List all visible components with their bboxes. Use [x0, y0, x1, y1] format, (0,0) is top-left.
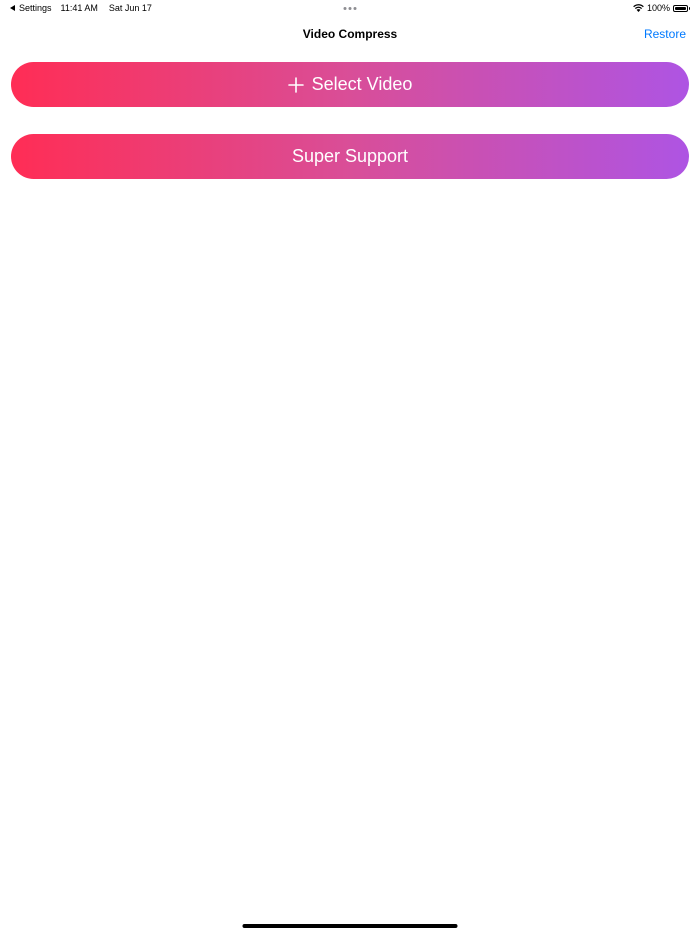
select-video-button[interactable]: Select Video — [11, 62, 689, 107]
restore-button[interactable]: Restore — [644, 27, 686, 41]
status-back-label: Settings — [19, 3, 52, 13]
status-bar: Settings 11:41 AM Sat Jun 17 100% — [0, 0, 700, 18]
status-back-to-settings[interactable]: Settings 11:41 AM Sat Jun 17 — [10, 3, 152, 13]
select-video-label: Select Video — [311, 74, 413, 94]
battery-icon — [673, 4, 690, 12]
page-title: Video Compress — [302, 27, 398, 41]
multitasking-dots-icon[interactable] — [343, 7, 357, 10]
plus-icon — [287, 76, 304, 93]
back-triangle-icon — [10, 5, 15, 11]
super-support-label: Super Support — [291, 146, 409, 166]
home-indicator[interactable] — [242, 924, 458, 928]
status-date: Sat Jun 17 — [108, 3, 152, 13]
status-indicators: 100% — [633, 3, 690, 13]
super-support-button[interactable]: Super Support — [11, 134, 689, 179]
wifi-icon — [633, 4, 644, 12]
battery-percentage: 100% — [646, 3, 670, 13]
status-time: 11:41 AM — [60, 3, 98, 13]
